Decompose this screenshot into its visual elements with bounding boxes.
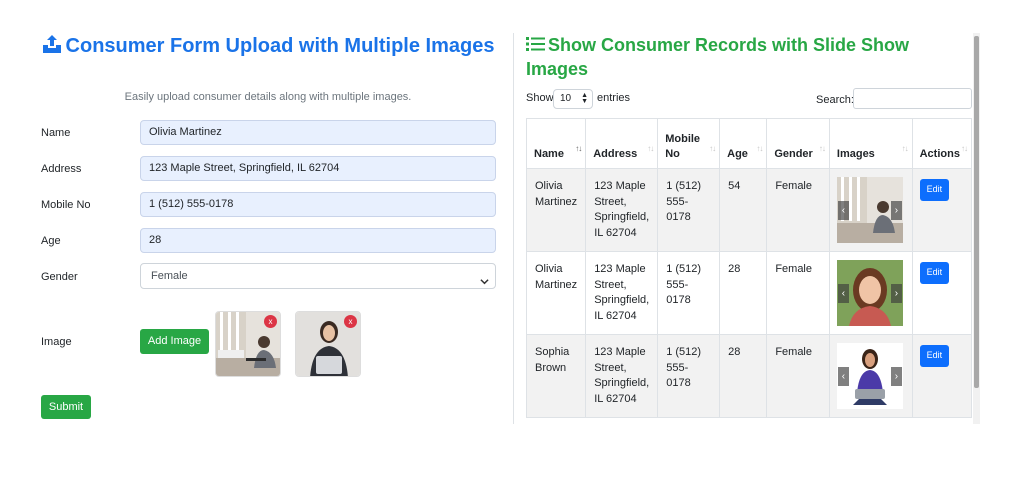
cell-age: 28 [719,334,768,418]
cell-actions: Edit [911,334,973,418]
records-title-text: Show Consumer Records with Slide Show Im… [526,35,910,79]
column-header-images[interactable]: Images ↑↓ [828,118,913,169]
cell-gender: Female [766,334,830,418]
gender-label: Gender [41,271,78,283]
sort-icon: ↑↓ [709,144,716,153]
cell-actions: Edit [911,251,973,335]
uploaded-image-thumbnail: x [295,311,361,377]
consumer-form-panel: Consumer Form Upload with Multiple Image… [0,0,512,479]
sort-icon: ↑↓ [756,144,763,153]
slide-next-button[interactable]: › [890,201,902,220]
cell-address: 123 Maple Street, Springfield, IL 62704 [585,251,659,335]
cell-age: 54 [719,168,768,252]
cell-mobile: 1 (512) 555-0178 [657,334,721,418]
column-header-actions[interactable]: Actions ↑↓ [911,118,973,169]
name-label: Name [41,127,71,139]
cell-name: Sophia Brown [525,334,587,418]
cell-age: 28 [719,251,768,335]
search-input[interactable] [853,88,972,109]
image-slideshow: ‹ › [836,343,903,409]
image-slideshow: ‹ › [836,260,903,326]
age-field[interactable]: 28 [140,228,496,253]
sort-icon: ↑↓ [818,144,826,153]
edit-button[interactable]: Edit [919,179,950,201]
cell-actions: Edit [911,168,973,252]
cell-mobile: 1 (512) 555-0178 [657,251,721,335]
cell-images: ‹ › [828,168,913,252]
table-header-row: Name ↑↓ Address ↑↓ Mobile No ↑↓ Age ↑↓ Gende… [525,118,973,169]
sort-icon: ↑↓ [961,144,968,153]
form-title-text: Consumer Form Upload with Multiple Image… [65,35,495,57]
cell-gender: Female [766,251,830,335]
form-subtitle: Easily upload consumer details along wit… [124,91,412,103]
gender-select[interactable]: Female [140,263,496,289]
page-length-value: 10 [560,93,572,104]
chevron-down-icon [480,271,489,295]
table-viewport-clip [514,424,984,479]
address-label: Address [41,163,82,175]
cell-name: Olivia Martinez [525,251,587,335]
page-length-select[interactable]: 10 ▲ ▼ [553,89,593,109]
slide-next-button[interactable]: › [890,284,902,303]
remove-image-button[interactable]: x [264,315,277,328]
name-field[interactable]: Olivia Martinez [140,120,496,145]
vertical-scrollbar[interactable] [973,33,980,424]
entries-label: entries [597,92,631,104]
mobile-field[interactable]: 1 (512) 555-0178 [140,192,496,217]
form-title: Consumer Form Upload with Multiple Image… [40,34,496,61]
slide-prev-button[interactable]: ‹ [837,367,849,386]
address-field[interactable]: 123 Maple Street, Springfield, IL 62704 [140,156,496,181]
sort-icon: ↑↓ [647,144,654,153]
records-table: Name ↑↓ Address ↑↓ Mobile No ↑↓ Age ↑↓ Gende… [525,118,973,418]
cell-images: ‹ › [828,251,913,335]
column-header-address[interactable]: Address ↑↓ [585,118,659,169]
up-down-arrows-icon: ▲ ▼ [581,92,588,105]
mobile-label: Mobile No [41,199,91,211]
list-icon [526,35,545,58]
show-label: Show [526,92,554,104]
column-header-age[interactable]: Age ↑↓ [719,118,768,169]
cell-gender: Female [766,168,830,252]
sort-icon: ↑↓ [575,144,582,153]
panel-divider [513,33,514,424]
edit-button[interactable]: Edit [919,345,950,367]
table-row: Olivia Martinez 123 Maple Street, Spring… [525,168,973,252]
uploaded-image-thumbnail: x [215,311,281,377]
table-row: Sophia Brown 123 Maple Street, Springfie… [525,334,973,418]
cell-name: Olivia Martinez [525,168,587,252]
slide-prev-button[interactable]: ‹ [837,201,849,220]
column-header-mobile[interactable]: Mobile No ↑↓ [657,118,721,169]
gender-value: Female [151,270,188,282]
records-title: Show Consumer Records with Slide Show Im… [526,34,946,81]
image-label: Image [41,336,72,348]
cell-images: ‹ › [828,334,913,418]
table-row: Olivia Martinez 123 Maple Street, Spring… [525,251,973,335]
sort-icon: ↑↓ [901,144,909,153]
submit-button[interactable]: Submit [41,395,91,419]
edit-button[interactable]: Edit [919,262,950,284]
scrollbar-thumb[interactable] [974,36,979,388]
image-slideshow: ‹ › [836,177,903,243]
cell-address: 123 Maple Street, Springfield, IL 62704 [585,334,659,418]
age-label: Age [41,235,61,247]
cell-mobile: 1 (512) 555-0178 [657,168,721,252]
search-label: Search: [816,94,854,106]
slide-prev-button[interactable]: ‹ [837,284,849,303]
upload-icon [42,34,62,61]
add-image-button[interactable]: Add Image [140,329,209,354]
column-header-gender[interactable]: Gender ↑↓ [766,118,830,169]
cell-address: 123 Maple Street, Springfield, IL 62704 [585,168,659,252]
remove-image-button[interactable]: x [344,315,357,328]
slide-next-button[interactable]: › [890,367,902,386]
column-header-name[interactable]: Name ↑↓ [525,118,587,169]
